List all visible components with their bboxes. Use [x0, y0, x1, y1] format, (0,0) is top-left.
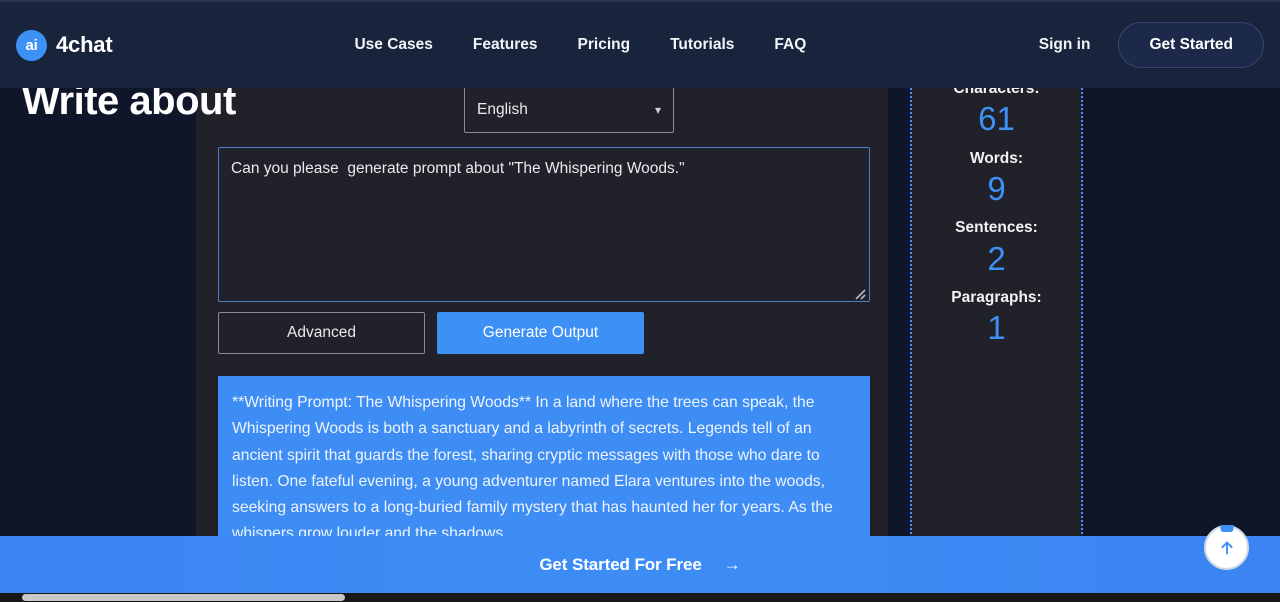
nav-use-cases[interactable]: Use Cases [334, 36, 452, 54]
nav-features[interactable]: Features [453, 36, 558, 54]
generate-output-button[interactable]: Generate Output [437, 312, 644, 354]
stat-value-sentences: 2 [987, 239, 1006, 277]
stat-value-paragraphs: 1 [987, 309, 1006, 347]
advanced-button[interactable]: Advanced [218, 312, 425, 354]
sign-in-link[interactable]: Sign in [1011, 36, 1119, 54]
action-button-row: Advanced Generate Output [218, 312, 644, 354]
scroll-to-top-button[interactable] [1204, 525, 1249, 570]
main-navigation: Use Cases Features Pricing Tutorials FAQ [334, 36, 826, 54]
nav-pricing[interactable]: Pricing [558, 36, 651, 54]
horizontal-scrollbar[interactable] [0, 593, 1280, 602]
prompt-input[interactable] [218, 147, 870, 302]
stat-label-paragraphs: Paragraphs: [951, 288, 1042, 306]
output-text[interactable]: **Writing Prompt: The Whispering Woods**… [218, 376, 870, 545]
nav-tutorials[interactable]: Tutorials [650, 36, 754, 54]
site-header: ai 4chat Use Cases Features Pricing Tuto… [0, 0, 1280, 88]
logo-badge-icon: ai [16, 29, 47, 61]
stat-value-characters: 61 [978, 100, 1015, 138]
language-select[interactable]: English [464, 86, 674, 133]
stat-value-words: 9 [987, 170, 1006, 207]
arrow-right-icon: → [723, 555, 741, 574]
logo[interactable]: ai 4chat [16, 29, 113, 61]
header-actions: Sign in Get Started [1011, 22, 1264, 68]
get-started-button[interactable]: Get Started [1118, 22, 1264, 68]
arrow-up-icon [1220, 541, 1233, 554]
horizontal-scrollbar-thumb[interactable] [22, 594, 345, 601]
stat-label-words: Words: [969, 149, 1024, 167]
get-started-free-banner[interactable]: Get Started For Free → [0, 536, 1280, 594]
stat-label-sentences: Sentences: [955, 219, 1038, 237]
logo-text: 4chat [56, 32, 113, 57]
statistics-panel: Characters: 61 Words: 9 Sentences: 2 Par… [910, 0, 1083, 602]
cta-label: Get Started For Free [539, 555, 702, 574]
nav-faq[interactable]: FAQ [754, 36, 826, 54]
